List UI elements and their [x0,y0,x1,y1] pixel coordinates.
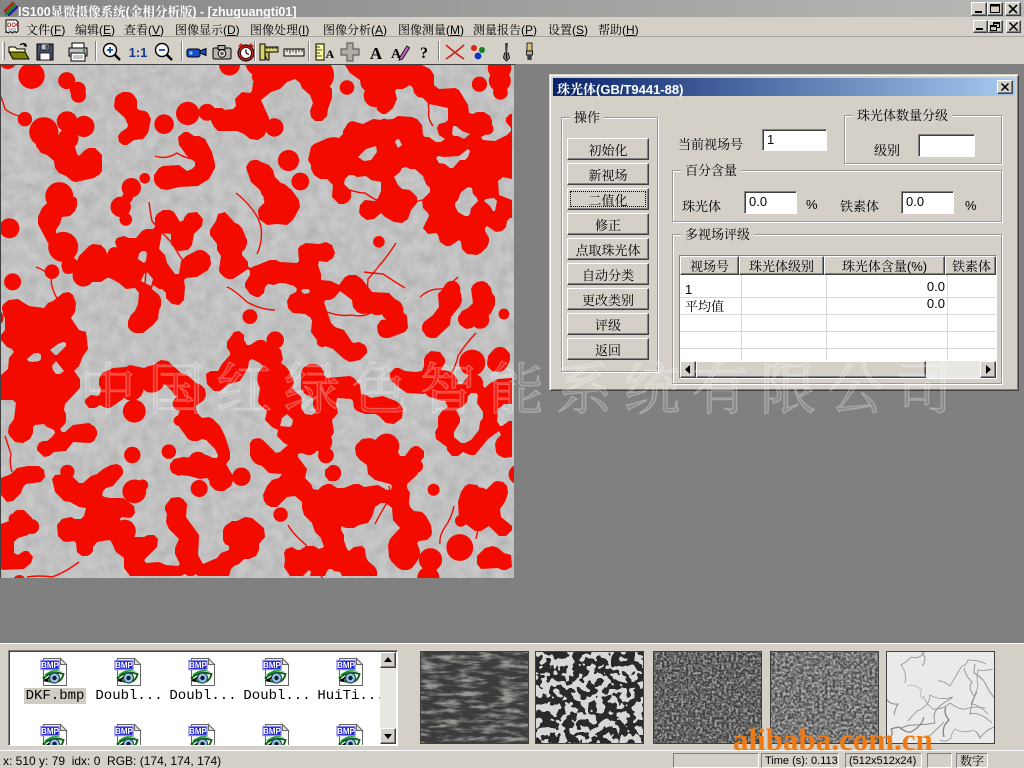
svg-text:A: A [326,47,335,61]
svg-text:A: A [370,44,383,63]
svg-text:DOC: DOC [7,23,19,29]
svg-text:1:1: 1:1 [129,45,148,60]
svg-text:?: ? [420,45,428,62]
